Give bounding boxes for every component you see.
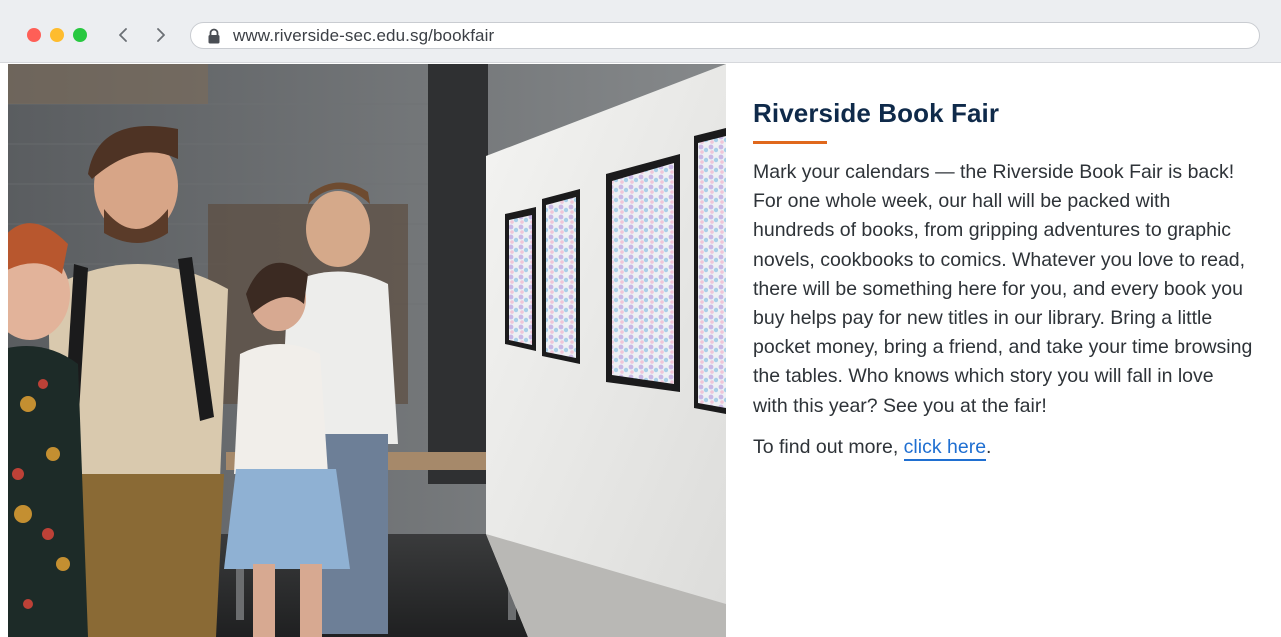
article: Riverside Book Fair Mark your calendars …	[753, 98, 1253, 462]
lock-icon	[207, 28, 221, 44]
more-info-prefix: To find out more,	[753, 435, 904, 458]
back-button[interactable]	[112, 22, 134, 48]
minimize-window-button[interactable]	[50, 28, 64, 42]
url-text: www.riverside-sec.edu.sg/bookfair	[233, 25, 495, 45]
more-info-suffix: .	[986, 435, 992, 458]
body-paragraph: Mark your calendars — the Riverside Book…	[753, 161, 1253, 417]
chevron-left-icon	[119, 28, 127, 42]
click-here-link[interactable]: click here	[903, 435, 987, 461]
address-bar[interactable]: www.riverside-sec.edu.sg/bookfair	[190, 22, 1260, 49]
browser-toolbar: www.riverside-sec.edu.sg/bookfair	[0, 0, 1281, 63]
forward-button[interactable]	[150, 22, 172, 48]
close-window-button[interactable]	[27, 28, 41, 42]
page-title: Riverside Book Fair	[753, 98, 1000, 128]
title-accent-rule	[753, 141, 827, 144]
more-info-line: To find out more, click here.	[753, 433, 1253, 462]
hero-image	[8, 64, 726, 637]
maximize-window-button[interactable]	[73, 28, 87, 42]
chevron-right-icon	[157, 28, 165, 42]
